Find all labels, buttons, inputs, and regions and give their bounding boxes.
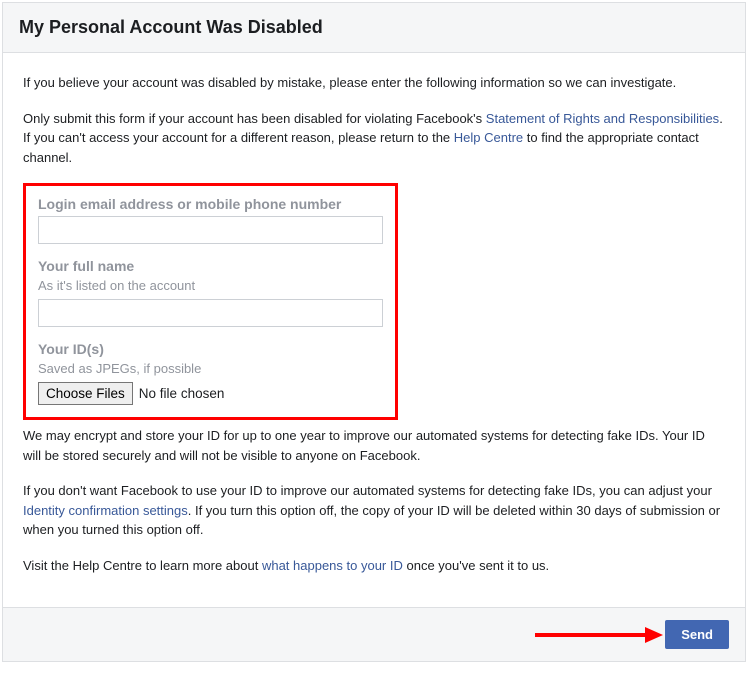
learn-more-notice: Visit the Help Centre to learn more abou… [23, 556, 725, 576]
id-label: Your ID(s) [38, 341, 383, 357]
intro-text-1: If you believe your account was disabled… [23, 73, 725, 93]
form-footer: Send [3, 607, 745, 661]
intro-text-2: Only submit this form if your account ha… [23, 109, 725, 168]
login-input[interactable] [38, 216, 383, 244]
rights-link[interactable]: Statement of Rights and Responsibilities [486, 111, 719, 126]
identity-settings-link[interactable]: Identity confirmation settings [23, 503, 188, 518]
form-container: My Personal Account Was Disabled If you … [2, 2, 746, 662]
file-input-row: Choose Files No file chosen [38, 382, 383, 405]
help-centre-link[interactable]: Help Centre [454, 130, 523, 145]
page-title: My Personal Account Was Disabled [19, 17, 729, 38]
choose-files-button[interactable]: Choose Files [38, 382, 133, 405]
fullname-input[interactable] [38, 299, 383, 327]
opt-out-notice: If you don't want Facebook to use your I… [23, 481, 725, 540]
form-content: If you believe your account was disabled… [3, 53, 745, 607]
what-happens-link[interactable]: what happens to your ID [262, 558, 403, 573]
form-fields-highlight: Login email address or mobile phone numb… [23, 183, 398, 420]
id-group: Your ID(s) Saved as JPEGs, if possible C… [38, 341, 383, 405]
login-label: Login email address or mobile phone numb… [38, 196, 383, 212]
fullname-hint: As it's listed on the account [38, 278, 383, 293]
login-group: Login email address or mobile phone numb… [38, 196, 383, 244]
fullname-group: Your full name As it's listed on the acc… [38, 258, 383, 327]
form-header: My Personal Account Was Disabled [3, 3, 745, 53]
encrypt-notice: We may encrypt and store your ID for up … [23, 426, 725, 465]
fullname-label: Your full name [38, 258, 383, 274]
file-status-text: No file chosen [139, 386, 225, 401]
arrow-annotation [535, 625, 665, 645]
id-hint: Saved as JPEGs, if possible [38, 361, 383, 376]
send-button[interactable]: Send [665, 620, 729, 649]
